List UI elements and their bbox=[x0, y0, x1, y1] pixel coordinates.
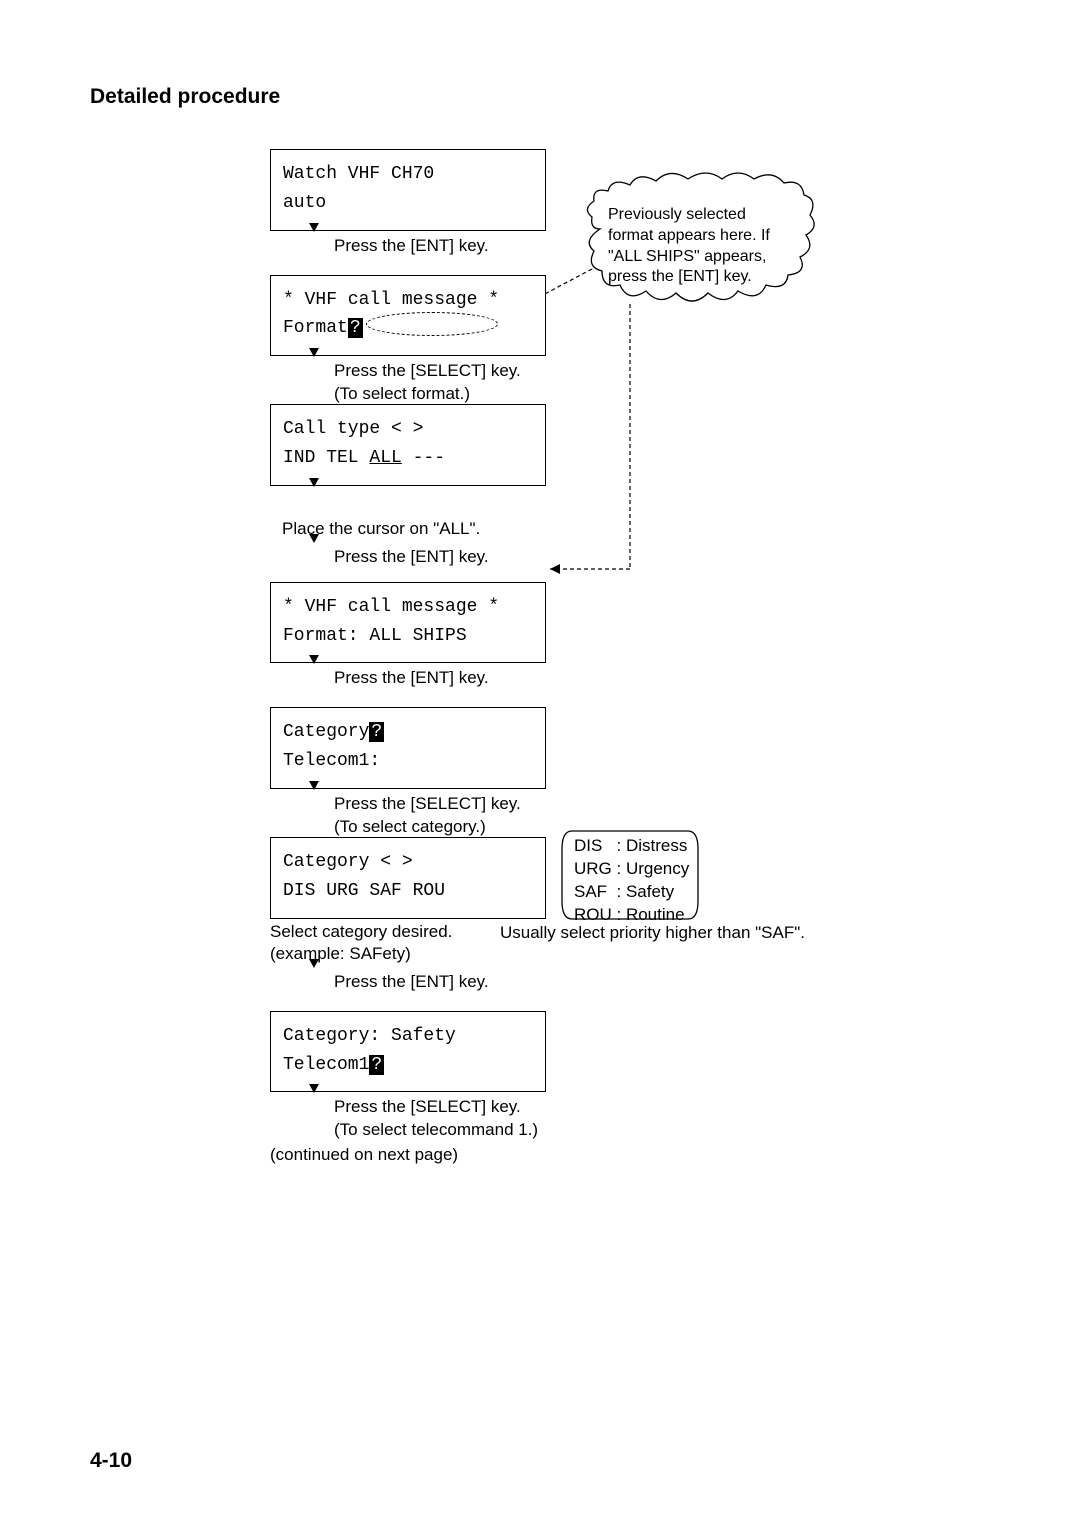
flow-diagram: Previously selected format appears here.… bbox=[270, 149, 990, 1167]
cloud-line: press the [ENT] key. bbox=[608, 268, 752, 285]
screen-call-type: Call type < > IND TEL ALL --- bbox=[270, 404, 546, 486]
screen-line: IND TEL ALL --- bbox=[283, 444, 533, 473]
screen-line: Telecom1? bbox=[283, 1051, 533, 1080]
screen-category-select: Category < > DIS URG SAF ROU bbox=[270, 837, 546, 919]
screen-line: Format: ALL SHIPS bbox=[283, 622, 533, 651]
cloud-line: Previously selected bbox=[608, 206, 746, 223]
continued-note: (continued on next page) bbox=[270, 1144, 990, 1166]
screen-line: Call type < > bbox=[283, 415, 533, 444]
format-highlight-ellipse bbox=[366, 312, 498, 336]
callout-cloud: Previously selected format appears here.… bbox=[580, 169, 820, 309]
arrow-label: Press the [ENT] key. bbox=[328, 542, 489, 573]
arrow-label: Press the [SELECT] key.(To select format… bbox=[328, 356, 521, 410]
cloud-line: "ALL SHIPS" appears, bbox=[608, 248, 766, 265]
instruction-place-cursor: Place the cursor on "ALL". bbox=[282, 518, 990, 540]
legend-text: DIS : Distress URG : Urgency SAF : Safet… bbox=[560, 829, 700, 933]
screen-category-safety: Category: Safety Telecom1? bbox=[270, 1011, 546, 1093]
screen-line: DIS URG SAF ROU bbox=[283, 877, 533, 906]
page-number: 4-10 bbox=[90, 1449, 132, 1473]
screen-line: Category? bbox=[283, 718, 533, 747]
screen-line: auto bbox=[283, 189, 533, 218]
arrow-label: Press the [SELECT] key.(To select teleco… bbox=[328, 1092, 538, 1146]
screen-line: * VHF call message * bbox=[283, 286, 533, 315]
cloud-line: format appears here. If bbox=[608, 227, 770, 244]
screen-category-prompt: Category? Telecom1: bbox=[270, 707, 546, 789]
category-legend: DIS : Distress URG : Urgency SAF : Safet… bbox=[560, 829, 700, 921]
section-heading: Detailed procedure bbox=[90, 85, 990, 109]
arrow-label: Press the [ENT] key. bbox=[328, 663, 489, 694]
arrow-label: Press the [ENT] key. bbox=[328, 231, 489, 262]
screen-line: Watch VHF CH70 bbox=[283, 160, 533, 189]
screen-line: * VHF call message * bbox=[283, 593, 533, 622]
screen-watch: Watch VHF CH70 auto bbox=[270, 149, 546, 231]
screen-format-allships: * VHF call message * Format: ALL SHIPS bbox=[270, 582, 546, 664]
screen-format-prompt: * VHF call message * Format? bbox=[270, 275, 546, 357]
screen-line: Telecom1: bbox=[283, 747, 533, 776]
arrow-label: Press the [ENT] key. bbox=[328, 967, 489, 998]
screen-line: Category: Safety bbox=[283, 1022, 533, 1051]
screen-line: Category < > bbox=[283, 848, 533, 877]
priority-note: Usually select priority higher than "SAF… bbox=[500, 923, 805, 943]
arrow-label: Press the [SELECT] key.(To select catego… bbox=[328, 789, 521, 843]
